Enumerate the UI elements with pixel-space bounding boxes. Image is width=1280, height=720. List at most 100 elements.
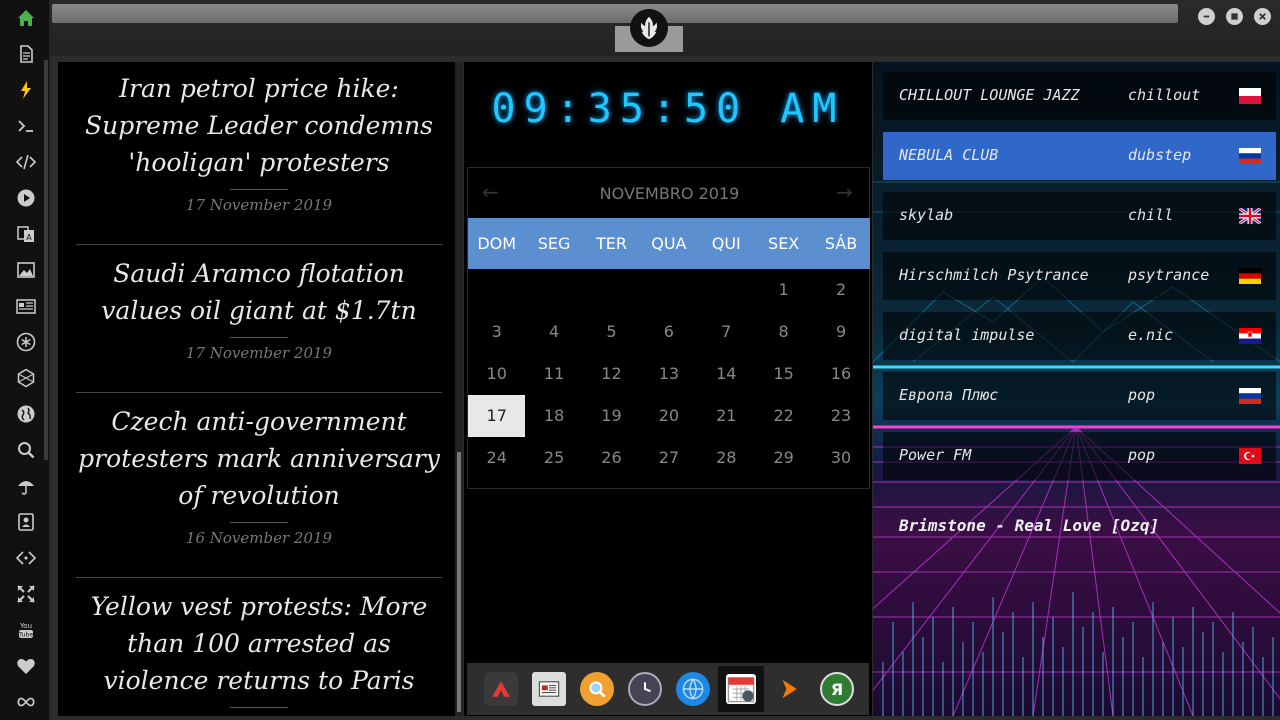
code-icon[interactable] [15, 151, 37, 173]
calendar-day[interactable]: 4 [525, 311, 582, 353]
search-icon[interactable] [15, 439, 37, 461]
station-genre: psytrance [1128, 266, 1210, 284]
station-name: Hirschmilch Psytrance [899, 266, 1089, 284]
heart-icon[interactable] [15, 655, 37, 677]
news-title[interactable]: Saudi Aramco flotation values oil giant … [76, 255, 442, 329]
calendar-day[interactable]: 26 [583, 437, 640, 479]
contact-icon[interactable] [15, 511, 37, 533]
clock-app-icon [628, 672, 662, 706]
station-genre: chill [1128, 206, 1174, 224]
magnifier-app-icon [580, 672, 614, 706]
infinity-icon[interactable] [15, 691, 37, 713]
umbrella-icon[interactable] [15, 475, 37, 497]
station-row[interactable]: skylab chill [883, 192, 1276, 240]
news-item[interactable]: Saudi Aramco flotation values oil giant … [76, 255, 442, 362]
station-row[interactable]: digital impulse e.nic [883, 312, 1276, 360]
calendar-day[interactable]: 30 [812, 437, 869, 479]
calendar-day [468, 269, 525, 311]
calendar-day[interactable]: 27 [640, 437, 697, 479]
station-row[interactable]: Европа Плюс pop [883, 372, 1276, 420]
calendar-day[interactable]: 16 [812, 353, 869, 395]
news-item[interactable]: Yellow vest protests: More than 100 arre… [76, 588, 442, 714]
news-scrollbar-thumb[interactable] [457, 452, 461, 712]
calendar-day[interactable]: 24 [468, 437, 525, 479]
calendar-day[interactable]: 20 [640, 395, 697, 437]
news-item[interactable]: Iran petrol price hike: Supreme Leader c… [76, 70, 442, 214]
calendar-day[interactable]: 14 [698, 353, 755, 395]
station-row-active[interactable]: NEBULA CLUB dubstep [883, 132, 1276, 180]
calendar-day[interactable]: 15 [755, 353, 812, 395]
calendar-day[interactable]: 11 [525, 353, 582, 395]
calendar-day[interactable]: 28 [698, 437, 755, 479]
station-row[interactable]: CHILLOUT LOUNGE JAZZ chillout [883, 72, 1276, 120]
calendar-day[interactable]: 8 [755, 311, 812, 353]
news-item[interactable]: Czech anti-government protesters mark an… [76, 403, 442, 547]
youtube-icon[interactable]: You Tube [15, 619, 37, 641]
dock-app-search[interactable] [574, 666, 620, 712]
calendar-day[interactable]: 22 [755, 395, 812, 437]
turkey-flag-icon [1239, 448, 1261, 464]
news-separator [230, 189, 288, 190]
newspaper-icon[interactable] [15, 295, 37, 317]
calendar-day[interactable]: 9 [812, 311, 869, 353]
translate-icon[interactable]: A [15, 223, 37, 245]
dock-app-globe[interactable] [670, 666, 716, 712]
close-button[interactable] [1254, 8, 1271, 25]
station-row[interactable]: Power FM pop [883, 432, 1276, 480]
calendar-day[interactable]: 6 [640, 311, 697, 353]
news-separator [230, 522, 288, 523]
arrow-app-icon [484, 672, 518, 706]
rebel-alliance-icon[interactable] [630, 9, 668, 47]
calendar-day[interactable]: 12 [583, 353, 640, 395]
document-icon[interactable] [15, 43, 37, 65]
calendar-day[interactable]: 13 [640, 353, 697, 395]
code-brackets-icon[interactable] [15, 547, 37, 569]
dock-app-play[interactable] [766, 666, 812, 712]
calendar-day[interactable]: 29 [755, 437, 812, 479]
news-title[interactable]: Czech anti-government protesters mark an… [76, 403, 442, 514]
calendar-day[interactable]: 5 [583, 311, 640, 353]
home-icon[interactable] [15, 7, 37, 29]
dock-app-red[interactable] [478, 666, 524, 712]
image-icon[interactable] [15, 259, 37, 281]
station-name: CHILLOUT LOUNGE JAZZ [899, 86, 1080, 104]
dock-app-calendar[interactable] [718, 666, 764, 712]
calendar-day[interactable]: 21 [698, 395, 755, 437]
calendar-day[interactable]: 1 [755, 269, 812, 311]
calendar-week-row: 12 [468, 269, 870, 311]
maximize-button[interactable] [1226, 8, 1243, 25]
calendar-day[interactable]: 2 [812, 269, 869, 311]
calendar-day[interactable]: 23 [812, 395, 869, 437]
hexagon-icon[interactable] [15, 367, 37, 389]
lightning-icon[interactable] [15, 79, 37, 101]
news-date: 17 November 2019 [185, 344, 333, 362]
calendar-day[interactable]: 3 [468, 311, 525, 353]
globe-icon[interactable] [15, 403, 37, 425]
address-bar[interactable] [52, 4, 1178, 23]
play-app-icon [772, 672, 806, 706]
calendar-day-today[interactable]: 17 [468, 395, 526, 437]
asterisk-icon[interactable] [15, 331, 37, 353]
minimize-button[interactable] [1198, 8, 1215, 25]
russia-flag-icon [1239, 148, 1261, 164]
calendar-day[interactable]: 10 [468, 353, 525, 395]
expand-icon[interactable] [15, 583, 37, 605]
calendar-day[interactable]: 7 [698, 311, 755, 353]
news-title[interactable]: Iran petrol price hike: Supreme Leader c… [76, 70, 442, 181]
terminal-icon[interactable] [15, 115, 37, 137]
calendar-week-row: 10 11 12 13 14 15 16 [468, 353, 870, 395]
calendar-day[interactable]: 19 [583, 395, 640, 437]
dock-app-news[interactable] [526, 666, 572, 712]
station-name: skylab [899, 206, 954, 224]
dock-app-yandex[interactable]: Я [814, 666, 860, 712]
calendar-week-row: 17 18 19 20 21 22 23 [468, 395, 870, 437]
next-month-icon[interactable]: → [836, 180, 853, 204]
sidebar: A You Tube [0, 0, 50, 720]
dock-app-clock[interactable] [622, 666, 668, 712]
calendar-day[interactable]: 18 [525, 395, 582, 437]
play-icon[interactable] [15, 187, 37, 209]
sidebar-scrollbar[interactable] [44, 60, 48, 460]
station-row[interactable]: Hirschmilch Psytrance psytrance [883, 252, 1276, 300]
calendar-day[interactable]: 25 [525, 437, 582, 479]
news-title[interactable]: Yellow vest protests: More than 100 arre… [76, 588, 442, 699]
